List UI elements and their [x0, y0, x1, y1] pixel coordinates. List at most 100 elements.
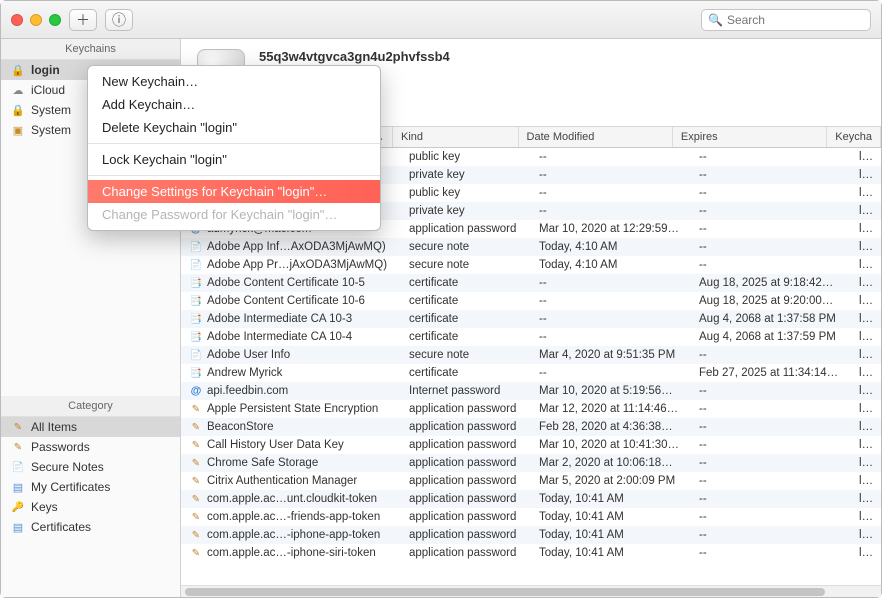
row-kind: public key	[401, 151, 531, 163]
row-expires: --	[691, 547, 851, 559]
row-date: Today, 10:41 AM	[531, 547, 691, 559]
row-kind: application password	[401, 475, 531, 487]
titlebar: ＋ ⓘ 🔍	[1, 1, 881, 39]
table-row[interactable]: com.apple.ac…unt.cloudkit-tokenapplicati…	[181, 490, 881, 508]
row-kind: secure note	[401, 259, 531, 271]
table-row[interactable]: Adobe App Inf…AxODA3MjAwMQ)secure noteTo…	[181, 238, 881, 256]
row-name: Chrome Safe Storage	[207, 457, 318, 469]
row-date: --	[531, 187, 691, 199]
keychain-label: System	[31, 123, 71, 137]
category-label: Keys	[31, 500, 58, 514]
category-passwords[interactable]: Passwords	[1, 437, 180, 457]
table-row[interactable]: Adobe Intermediate CA 10-3certificate--A…	[181, 310, 881, 328]
menu-separator	[88, 175, 380, 176]
category-label: My Certificates	[31, 480, 110, 494]
menu-item[interactable]: Change Settings for Keychain "login"…	[88, 180, 380, 203]
row-keychain: login	[851, 421, 881, 433]
zoom-window[interactable]	[49, 14, 61, 26]
row-kind: application password	[401, 223, 531, 235]
pad-icon	[11, 520, 25, 534]
col-kind[interactable]: Kind	[393, 127, 519, 147]
col-expires[interactable]: Expires	[673, 127, 827, 147]
table-row[interactable]: Adobe Content Certificate 10-5certificat…	[181, 274, 881, 292]
row-keychain: login	[851, 403, 881, 415]
row-keychain: login	[851, 349, 881, 361]
row-kind: application password	[401, 421, 531, 433]
minimize-window[interactable]	[30, 14, 42, 26]
row-kind: certificate	[401, 295, 531, 307]
row-keychain: login	[851, 475, 881, 487]
row-expires: --	[691, 223, 851, 235]
search-field[interactable]: 🔍	[701, 9, 871, 31]
horizontal-scrollbar[interactable]	[181, 585, 881, 597]
row-expires: --	[691, 259, 851, 271]
table-row[interactable]: com.apple.ac…-friends-app-tokenapplicati…	[181, 508, 881, 526]
category-my-certificates[interactable]: My Certificates	[1, 477, 180, 497]
col-keychain[interactable]: Keycha	[827, 127, 881, 147]
table-row[interactable]: Chrome Safe Storageapplication passwordM…	[181, 454, 881, 472]
scroll-thumb[interactable]	[185, 588, 825, 596]
row-expires: Aug 18, 2025 at 9:18:42…	[691, 277, 851, 289]
table-row[interactable]: com.apple.ac…-iphone-siri-tokenapplicati…	[181, 544, 881, 562]
row-name: Apple Persistent State Encryption	[207, 403, 378, 415]
table-row[interactable]: Call History User Data Keyapplication pa…	[181, 436, 881, 454]
menu-item[interactable]: New Keychain…	[88, 70, 380, 93]
table-row[interactable]: Citrix Authentication Manager application…	[181, 472, 881, 490]
row-keychain: login	[851, 457, 881, 469]
row-icon	[189, 528, 203, 542]
menu-item[interactable]: Lock Keychain "login"	[88, 148, 380, 171]
menu-item[interactable]: Delete Keychain "login"	[88, 116, 380, 139]
search-input[interactable]	[727, 13, 882, 27]
category-header: Category	[1, 396, 180, 417]
table-row[interactable]: Adobe User Infosecure noteMar 4, 2020 at…	[181, 346, 881, 364]
row-date: Mar 4, 2020 at 9:51:35 PM	[531, 349, 691, 361]
table-row[interactable]: Adobe Intermediate CA 10-4certificate--A…	[181, 328, 881, 346]
table-row[interactable]: Apple Persistent State Encryption applica…	[181, 400, 881, 418]
row-kind: application password	[401, 511, 531, 523]
row-kind: certificate	[401, 277, 531, 289]
row-date: --	[531, 295, 691, 307]
row-name: Adobe Intermediate CA 10-3	[207, 313, 352, 325]
row-kind: application password	[401, 547, 531, 559]
category-certificates[interactable]: Certificates	[1, 517, 180, 537]
menu-item[interactable]: Add Keychain…	[88, 93, 380, 116]
row-date: Today, 10:41 AM	[531, 511, 691, 523]
col-date-modified[interactable]: Date Modified	[519, 127, 673, 147]
row-date: --	[531, 151, 691, 163]
row-kind: private key	[401, 169, 531, 181]
category-secure-notes[interactable]: Secure Notes	[1, 457, 180, 477]
category-keys[interactable]: Keys	[1, 497, 180, 517]
row-expires: --	[691, 385, 851, 397]
close-window[interactable]	[11, 14, 23, 26]
table-row[interactable]: Adobe App Pr…jAxODA3MjAwMQ)secure noteTo…	[181, 256, 881, 274]
row-expires: Feb 27, 2025 at 11:34:14…	[691, 367, 851, 379]
table-row[interactable]: com.apple.ac…-iphone-app-tokenapplicatio…	[181, 526, 881, 544]
table-row[interactable]: api.feedbin.comInternet passwordMar 10, …	[181, 382, 881, 400]
table-row[interactable]: BeaconStoreapplication passwordFeb 28, 2…	[181, 418, 881, 436]
lock-icon	[11, 103, 25, 117]
row-kind: certificate	[401, 313, 531, 325]
add-button[interactable]: ＋	[69, 9, 97, 31]
table-row[interactable]: Adobe Content Certificate 10-6certificat…	[181, 292, 881, 310]
row-icon	[189, 474, 203, 488]
row-icon	[189, 384, 203, 398]
info-button[interactable]: ⓘ	[105, 9, 133, 31]
keychain-label: System	[31, 103, 71, 117]
category-all-items[interactable]: All Items	[1, 417, 180, 437]
window-controls	[11, 14, 61, 26]
row-expires: --	[691, 475, 851, 487]
row-keychain: login	[851, 511, 881, 523]
context-menu[interactable]: New Keychain…Add Keychain…Delete Keychai…	[87, 65, 381, 231]
detail-title: 55q3w4vtgvca3gn4u2phvfssb4	[259, 49, 450, 64]
row-date: --	[531, 205, 691, 217]
row-name: Adobe Intermediate CA 10-4	[207, 331, 352, 343]
row-kind: secure note	[401, 241, 531, 253]
row-kind: secure note	[401, 349, 531, 361]
table-row[interactable]: Andrew Myrickcertificate--Feb 27, 2025 a…	[181, 364, 881, 382]
row-icon	[189, 456, 203, 470]
row-kind: application password	[401, 403, 531, 415]
row-name: Citrix Authentication Manager	[207, 475, 357, 487]
row-keychain: login	[851, 151, 881, 163]
row-expires: Aug 18, 2025 at 9:20:00…	[691, 295, 851, 307]
row-keychain: login	[851, 169, 881, 181]
